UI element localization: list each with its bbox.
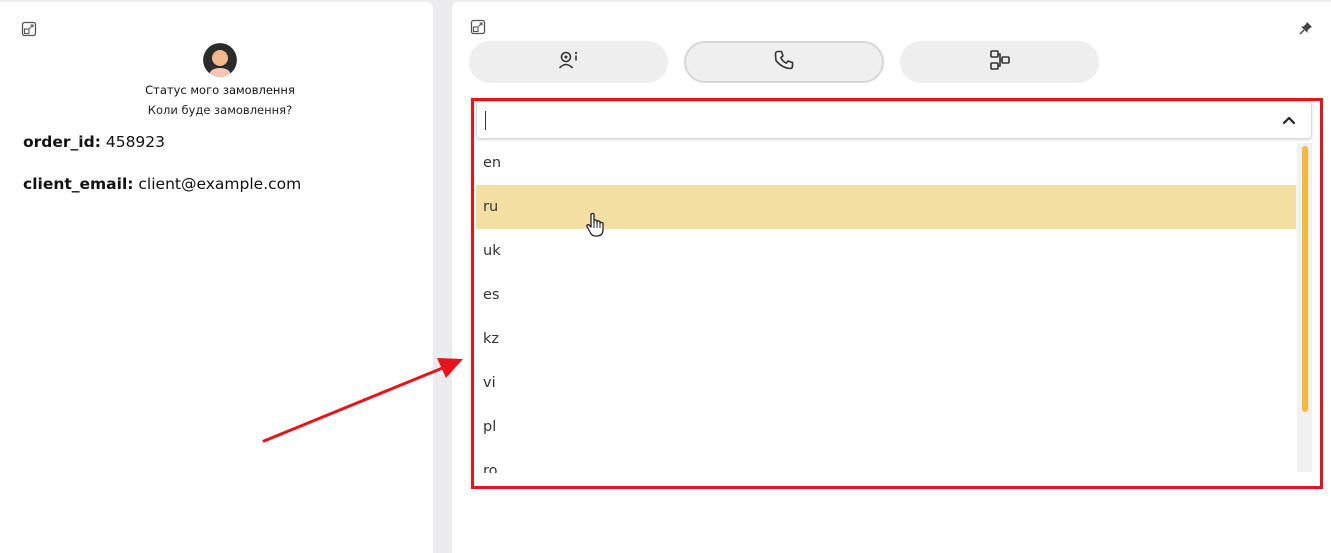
scrollbar-thumb[interactable] (1302, 146, 1308, 412)
language-option[interactable]: ro (476, 449, 1296, 473)
field-key: order_id: (23, 133, 101, 151)
order-id-field: order_id: 458923 (23, 133, 165, 151)
dialog-subtitle: Коли буде замовлення? (147, 103, 293, 117)
language-option[interactable]: en (476, 141, 1296, 185)
language-option[interactable]: pl (476, 405, 1296, 449)
field-value: 458923 (105, 133, 166, 151)
language-option[interactable]: vi (476, 361, 1296, 405)
tab-contact-info[interactable] (469, 41, 668, 83)
expand-icon[interactable] (21, 21, 37, 37)
language-option[interactable]: kz (476, 317, 1296, 361)
flow-diagram-icon (989, 49, 1011, 75)
chevron-up-icon[interactable] (1281, 112, 1297, 128)
text-caret (485, 111, 486, 130)
language-option[interactable]: es (476, 273, 1296, 317)
language-search-input[interactable] (483, 108, 1263, 132)
tab-flow[interactable] (900, 41, 1099, 83)
dialog-title: Статус мого замовлення (145, 83, 295, 97)
person-info-icon (558, 50, 580, 74)
tab-call[interactable] (684, 41, 884, 83)
field-value: client@example.com (138, 175, 302, 193)
hand-cursor-icon (585, 212, 607, 238)
language-select[interactable] (476, 101, 1312, 139)
phone-icon (773, 49, 795, 75)
avatar (203, 43, 237, 77)
expand-icon[interactable] (470, 19, 486, 35)
client-email-field: client_email: client@example.com (23, 175, 301, 193)
pin-icon[interactable] (1298, 20, 1314, 36)
chat-info-panel: Статус мого замовлення Коли буде замовле… (0, 2, 433, 553)
language-dropdown-list[interactable]: en ru uk es kz vi pl ro (476, 141, 1312, 473)
field-key: client_email: (23, 175, 134, 193)
